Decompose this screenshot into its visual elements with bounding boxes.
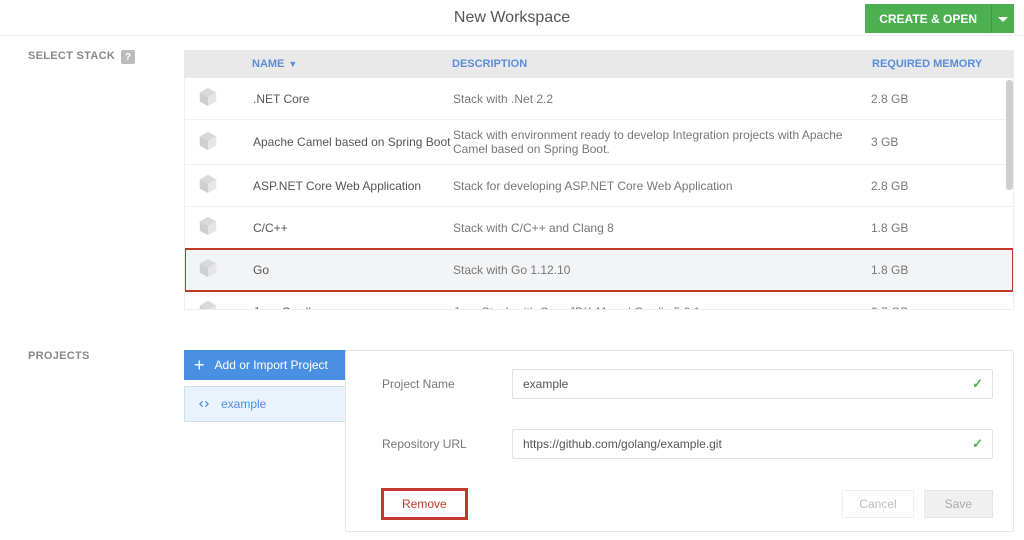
cube-icon — [197, 299, 219, 310]
cube-icon — [197, 130, 219, 152]
select-stack-label: SELECT STACK ? — [28, 50, 184, 310]
stack-name: Go — [253, 263, 453, 277]
project-details-panel: Project Name ✓ Repository URL ✓ Remove C… — [345, 350, 1014, 532]
stack-name: .NET Core — [253, 92, 453, 106]
stack-row[interactable]: Apache Camel based on Spring BootStack w… — [185, 120, 1013, 165]
repository-url-input[interactable] — [512, 429, 993, 459]
select-stack-section: SELECT STACK ? NAME ▼ DESCRIPTION REQUIR… — [0, 36, 1024, 320]
stack-memory: 2.8 GB — [871, 179, 1001, 193]
create-open-button[interactable]: CREATE & OPEN — [865, 4, 991, 33]
stack-description: Stack with .Net 2.2 — [453, 92, 871, 106]
chevron-down-icon — [998, 17, 1008, 23]
col-header-memory[interactable]: REQUIRED MEMORY — [872, 58, 1002, 70]
col-header-name[interactable]: NAME ▼ — [252, 58, 452, 70]
page-title: New Workspace — [454, 9, 570, 27]
cube-icon — [197, 86, 219, 108]
remove-button[interactable]: Remove — [382, 489, 467, 519]
cancel-button[interactable]: Cancel — [842, 490, 913, 518]
stack-table-body[interactable]: .NET CoreStack with .Net 2.22.8 GBApache… — [184, 78, 1014, 310]
stack-memory: 1.8 GB — [871, 263, 1001, 277]
project-name-label: Project Name — [382, 377, 512, 391]
cube-icon — [197, 215, 219, 237]
stack-table-header: NAME ▼ DESCRIPTION REQUIRED MEMORY — [184, 50, 1014, 78]
create-open-dropdown[interactable] — [991, 4, 1014, 33]
save-button: Save — [924, 490, 993, 518]
stack-name: C/C++ — [253, 221, 453, 235]
stack-description: Java Stack with OpenJDK 11 and Gradle 5.… — [453, 305, 871, 311]
stack-description: Stack with C/C++ and Clang 8 — [453, 221, 871, 235]
project-name-input[interactable] — [512, 369, 993, 399]
project-name-row: Project Name ✓ — [382, 369, 993, 399]
panel-footer: Remove Cancel Save — [382, 489, 993, 519]
projects-section: PROJECTS + Add or Import Project example… — [0, 320, 1024, 532]
help-icon[interactable]: ? — [121, 50, 135, 64]
create-button-group: CREATE & OPEN — [865, 4, 1014, 33]
stack-name: Java Gradle — [253, 305, 453, 311]
stack-row[interactable]: GoStack with Go 1.12.101.8 GB — [185, 249, 1013, 291]
projects-label: PROJECTS — [28, 350, 184, 532]
sort-caret-icon: ▼ — [288, 59, 297, 69]
stack-table: NAME ▼ DESCRIPTION REQUIRED MEMORY .NET … — [184, 50, 1014, 310]
repository-url-label: Repository URL — [382, 437, 512, 451]
stack-memory: 2.7 GB — [871, 305, 1001, 311]
col-header-description[interactable]: DESCRIPTION — [452, 58, 872, 70]
check-icon: ✓ — [972, 436, 983, 452]
stack-name: Apache Camel based on Spring Boot — [253, 135, 453, 149]
stack-name: ASP.NET Core Web Application — [253, 179, 453, 193]
check-icon: ✓ — [972, 376, 983, 392]
plus-icon: + — [194, 358, 205, 372]
stack-memory: 3 GB — [871, 135, 1001, 149]
stack-row[interactable]: .NET CoreStack with .Net 2.22.8 GB — [185, 78, 1013, 120]
stack-description: Stack for developing ASP.NET Core Web Ap… — [453, 179, 871, 193]
scrollbar[interactable] — [1006, 80, 1013, 190]
stack-description: Stack with Go 1.12.10 — [453, 263, 871, 277]
stack-row[interactable]: Java GradleJava Stack with OpenJDK 11 an… — [185, 291, 1013, 310]
stack-memory: 2.8 GB — [871, 92, 1001, 106]
stack-memory: 1.8 GB — [871, 221, 1001, 235]
code-icon — [197, 397, 211, 411]
cube-icon — [197, 173, 219, 195]
repository-url-row: Repository URL ✓ — [382, 429, 993, 459]
stack-row[interactable]: ASP.NET Core Web ApplicationStack for de… — [185, 165, 1013, 207]
cube-icon — [197, 257, 219, 279]
projects-sidebar: + Add or Import Project example — [184, 350, 346, 532]
stack-row[interactable]: C/C++Stack with C/C++ and Clang 81.8 GB — [185, 207, 1013, 249]
stack-description: Stack with environment ready to develop … — [453, 128, 871, 156]
project-tab-example[interactable]: example — [184, 386, 346, 422]
top-bar: New Workspace CREATE & OPEN — [0, 0, 1024, 36]
add-import-project-button[interactable]: + Add or Import Project — [184, 350, 346, 380]
